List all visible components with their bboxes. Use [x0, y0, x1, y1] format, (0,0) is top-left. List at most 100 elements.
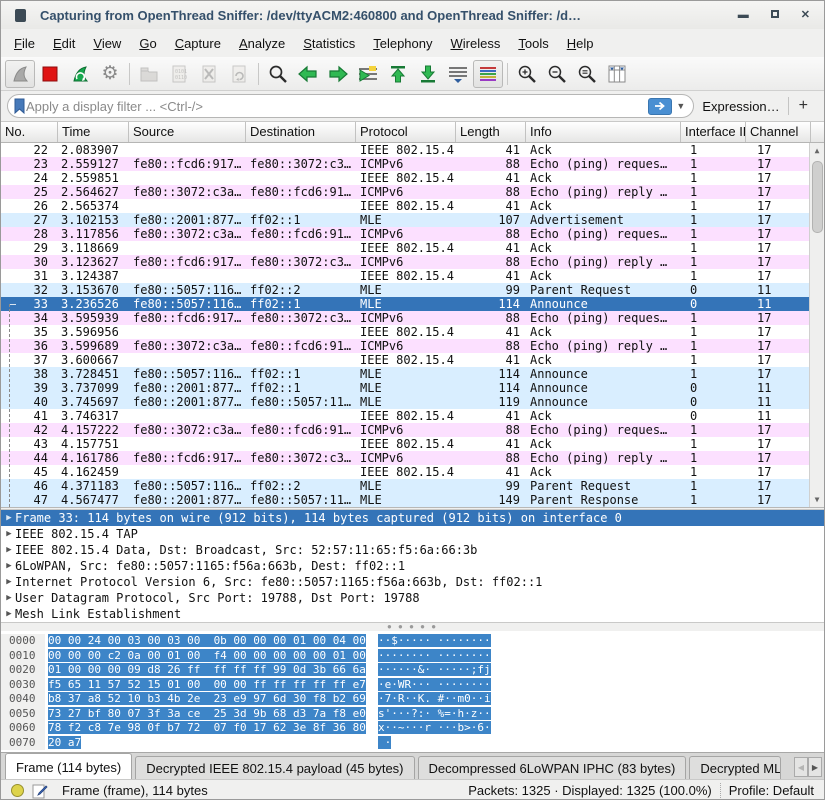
- expand-arrow-icon[interactable]: ▶: [1, 606, 15, 622]
- hex-bytes[interactable]: 01 00 00 00 09 d8 26 ff ff ff ff 99 0d 3…: [48, 663, 378, 678]
- tabs-scroll-right-icon[interactable]: ▶: [808, 757, 822, 777]
- stop-capture-icon[interactable]: [35, 60, 65, 88]
- menu-analyze[interactable]: Analyze: [230, 32, 294, 55]
- menu-help[interactable]: Help: [558, 32, 603, 55]
- column-header-time[interactable]: Time: [58, 122, 129, 142]
- zoom-out-icon[interactable]: [542, 60, 572, 88]
- expand-arrow-icon[interactable]: ▶: [1, 542, 15, 558]
- packet-row[interactable]: 444.161786fe80::fcd6:917…fe80::3072:c3…I…: [1, 451, 824, 465]
- go-to-packet-icon[interactable]: [353, 60, 383, 88]
- packet-row[interactable]: 313.124387IEEE 802.15.441Ack117: [1, 269, 824, 283]
- go-forward-icon[interactable]: [323, 60, 353, 88]
- detail-row[interactable]: ▶IEEE 802.15.4 Data, Dst: Broadcast, Src…: [1, 542, 824, 558]
- hex-ascii[interactable]: ········ ········: [378, 649, 491, 664]
- hex-ascii[interactable]: ·: [378, 736, 391, 751]
- column-header-protocol[interactable]: Protocol: [356, 122, 456, 142]
- column-header-length[interactable]: Length: [456, 122, 526, 142]
- expand-arrow-icon[interactable]: ▶: [1, 574, 15, 590]
- packet-list-scrollbar[interactable]: ▲ ▼: [809, 143, 824, 507]
- resize-columns-icon[interactable]: [602, 60, 632, 88]
- capture-options-icon[interactable]: ⚙: [95, 60, 125, 88]
- detail-row[interactable]: ▶Internet Protocol Version 6, Src: fe80:…: [1, 574, 824, 590]
- detail-row[interactable]: ▶6LoWPAN, Src: fe80::5057:1165:f56a:663b…: [1, 558, 824, 574]
- expression-button[interactable]: Expression…: [702, 99, 779, 114]
- column-header-destination[interactable]: Destination: [246, 122, 356, 142]
- close-file-icon[interactable]: [194, 60, 224, 88]
- packet-row[interactable]: 273.102153fe80::2001:877…ff02::1MLE107Ad…: [1, 213, 824, 227]
- menu-go[interactable]: Go: [130, 32, 165, 55]
- zoom-in-icon[interactable]: [512, 60, 542, 88]
- packet-row[interactable]: 283.117856fe80::3072:c3a…fe80::fcd6:91…I…: [1, 227, 824, 241]
- column-header-source[interactable]: Source: [129, 122, 246, 142]
- tabs-scroll-left-icon[interactable]: ◀: [794, 757, 808, 777]
- packet-row[interactable]: 474.567477fe80::2001:877…fe80::5057:11…M…: [1, 493, 824, 507]
- find-packet-icon[interactable]: [263, 60, 293, 88]
- start-capture-icon[interactable]: [5, 60, 35, 88]
- scroll-up-icon[interactable]: ▲: [810, 143, 824, 158]
- packet-row[interactable]: 232.559127fe80::fcd6:917…fe80::3072:c3…I…: [1, 157, 824, 171]
- restart-capture-icon[interactable]: [65, 60, 95, 88]
- hex-row[interactable]: 002001 00 00 00 09 d8 26 ff ff ff ff 99 …: [1, 663, 824, 678]
- scrollbar-thumb[interactable]: [812, 161, 823, 233]
- auto-scroll-icon[interactable]: [443, 60, 473, 88]
- title-bar[interactable]: Capturing from OpenThread Sniffer: /dev/…: [1, 1, 824, 29]
- byte-view-tab[interactable]: Frame (114 bytes): [5, 753, 132, 779]
- hex-row[interactable]: 006078 f2 c8 7e 98 0f b7 72 07 f0 17 62 …: [1, 721, 824, 736]
- packet-row[interactable]: 373.600667IEEE 802.15.441Ack117: [1, 353, 824, 367]
- detail-row[interactable]: ▶Frame 33: 114 bytes on wire (912 bits),…: [1, 510, 824, 526]
- packet-row[interactable]: 424.157222fe80::3072:c3a…fe80::fcd6:91…I…: [1, 423, 824, 437]
- expand-arrow-icon[interactable]: ▶: [1, 526, 15, 542]
- add-filter-button[interactable]: +: [789, 97, 818, 115]
- hex-ascii[interactable]: ··$····· ········: [378, 634, 491, 649]
- packet-row[interactable]: 252.564627fe80::3072:c3a…fe80::fcd6:91…I…: [1, 185, 824, 199]
- hex-ascii[interactable]: ·7·R··K. #··m0··i: [378, 692, 491, 707]
- capture-comment-icon[interactable]: [32, 783, 48, 799]
- packet-row[interactable]: 262.565374IEEE 802.15.441Ack117: [1, 199, 824, 213]
- expert-info-icon[interactable]: [11, 784, 24, 797]
- packet-row[interactable]: 242.559851IEEE 802.15.441Ack117: [1, 171, 824, 185]
- pane-splitter-handle[interactable]: ● ● ● ● ●: [1, 622, 824, 631]
- colorize-icon[interactable]: [473, 60, 503, 88]
- column-header-channel[interactable]: Channel: [746, 122, 811, 142]
- filter-history-dropdown-icon[interactable]: ▼: [676, 101, 685, 111]
- zoom-reset-icon[interactable]: [572, 60, 602, 88]
- byte-view-tab[interactable]: Decompressed 6LoWPAN IPHC (83 bytes): [418, 756, 687, 779]
- menu-file[interactable]: File: [5, 32, 44, 55]
- minimize-icon[interactable]: ▬: [738, 10, 749, 21]
- hex-bytes[interactable]: f5 65 11 57 52 15 01 00 00 00 ff ff ff f…: [48, 678, 378, 693]
- open-file-icon[interactable]: [134, 60, 164, 88]
- packet-row[interactable]: 353.596956IEEE 802.15.441Ack117: [1, 325, 824, 339]
- detail-row[interactable]: ▶Mesh Link Establishment: [1, 606, 824, 622]
- hex-row[interactable]: 000000 00 24 00 03 00 03 00 0b 00 00 00 …: [1, 634, 824, 649]
- save-file-icon[interactable]: 01010110: [164, 60, 194, 88]
- close-icon[interactable]: ✕: [801, 10, 810, 21]
- display-filter-input[interactable]: [26, 99, 648, 114]
- packet-row[interactable]: 403.745697fe80::2001:877…fe80::5057:11…M…: [1, 395, 824, 409]
- detail-row[interactable]: ▶User Datagram Protocol, Src Port: 19788…: [1, 590, 824, 606]
- packet-row[interactable]: 323.153670fe80::5057:116…ff02::2MLE99Par…: [1, 283, 824, 297]
- expand-arrow-icon[interactable]: ▶: [1, 510, 15, 526]
- byte-view-tab[interactable]: Decrypted ML: [689, 756, 781, 779]
- display-filter-field[interactable]: ▼: [7, 94, 694, 118]
- packet-row[interactable]: 434.157751IEEE 802.15.441Ack117: [1, 437, 824, 451]
- menu-telephony[interactable]: Telephony: [364, 32, 441, 55]
- hex-ascii[interactable]: ·e·WR··· ········: [378, 678, 491, 693]
- packet-row[interactable]: 454.162459IEEE 802.15.441Ack117: [1, 465, 824, 479]
- hex-bytes[interactable]: 20 a7: [48, 736, 378, 751]
- go-last-icon[interactable]: [413, 60, 443, 88]
- apply-filter-icon[interactable]: [648, 98, 672, 115]
- scroll-down-icon[interactable]: ▼: [810, 492, 824, 507]
- menu-edit[interactable]: Edit: [44, 32, 84, 55]
- menu-statistics[interactable]: Statistics: [294, 32, 364, 55]
- packet-row[interactable]: 413.746317IEEE 802.15.441Ack011: [1, 409, 824, 423]
- hex-bytes[interactable]: 00 00 24 00 03 00 03 00 0b 00 00 00 01 0…: [48, 634, 378, 649]
- hex-row[interactable]: 005073 27 bf 80 07 3f 3a ce 25 3d 9b 68 …: [1, 707, 824, 722]
- packet-row[interactable]: 393.737099fe80::2001:877…ff02::1MLE114An…: [1, 381, 824, 395]
- packet-row[interactable]: 333.236526fe80::5057:116…ff02::1MLE114An…: [1, 297, 824, 311]
- packet-row[interactable]: 293.118669IEEE 802.15.441Ack117: [1, 241, 824, 255]
- hex-row[interactable]: 007020 a7 ·: [1, 736, 824, 751]
- byte-view-tab[interactable]: Decrypted IEEE 802.15.4 payload (45 byte…: [135, 756, 414, 779]
- column-header-interface-id[interactable]: Interface ID: [681, 122, 746, 142]
- hex-ascii[interactable]: s'···?:· %=·h·z··: [378, 707, 491, 722]
- menu-tools[interactable]: Tools: [509, 32, 557, 55]
